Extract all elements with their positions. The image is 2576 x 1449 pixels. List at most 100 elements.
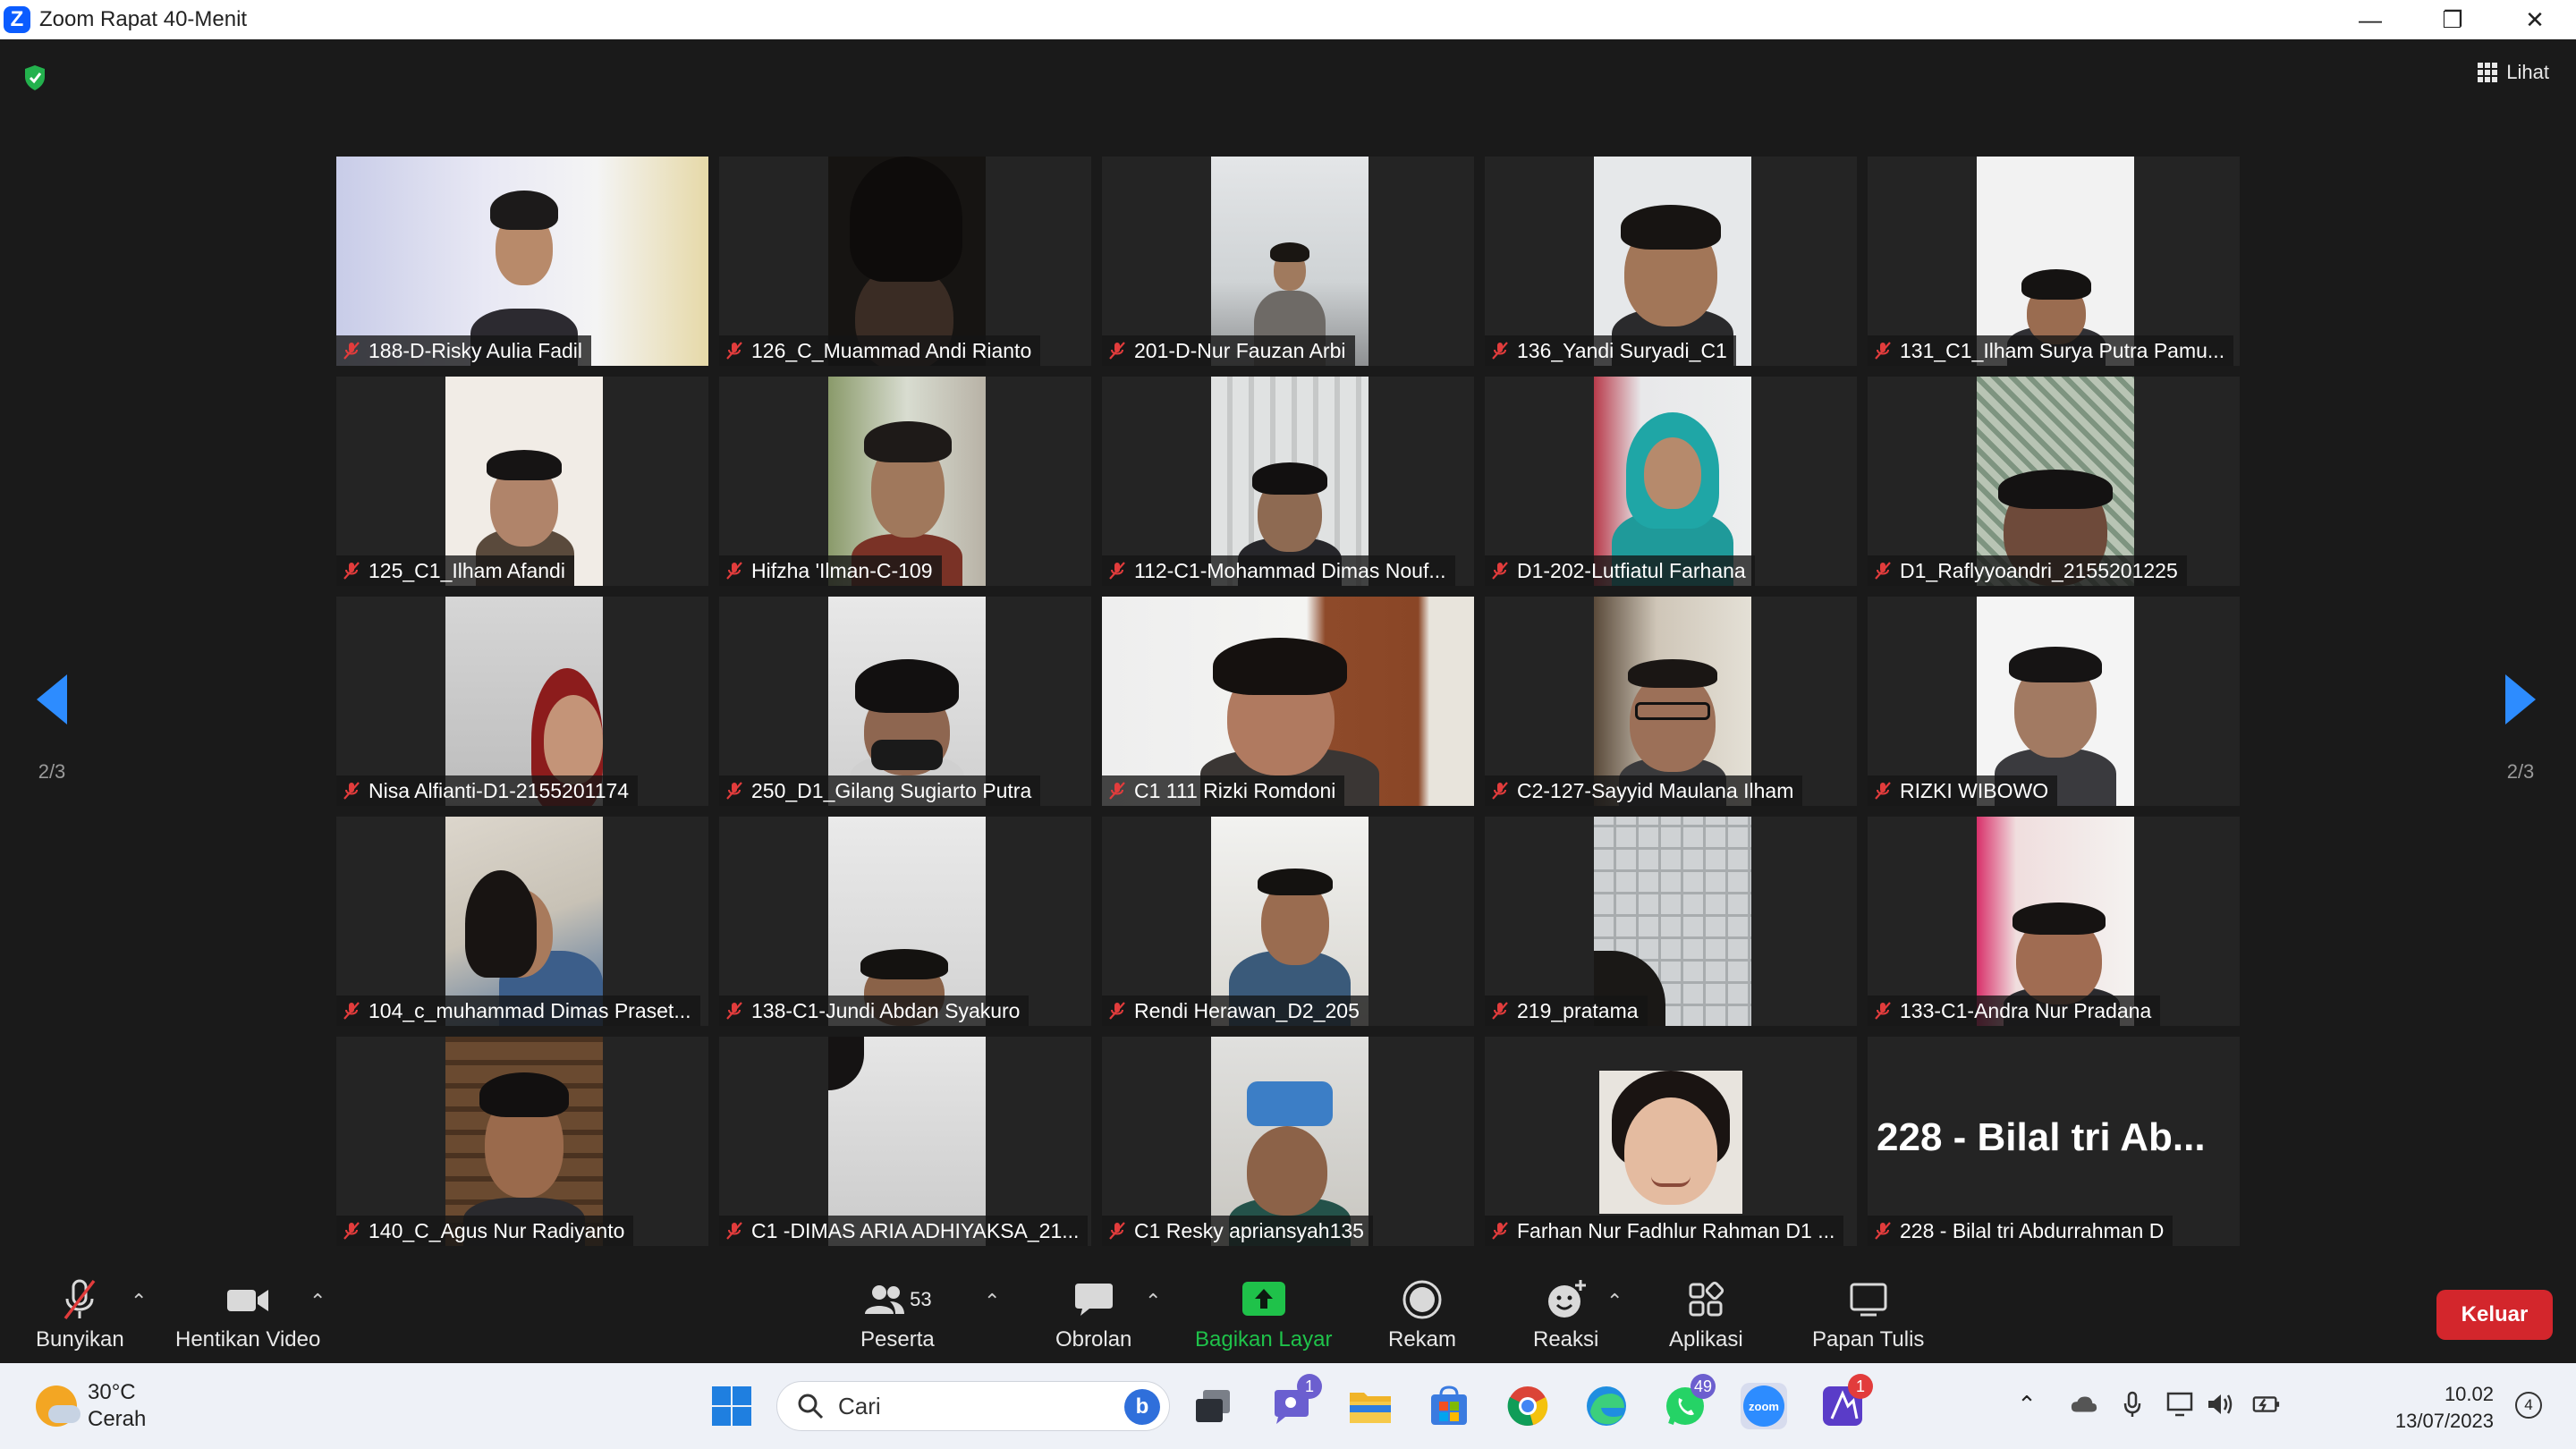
leave-meeting-button[interactable]: Keluar [2436, 1290, 2553, 1340]
chat-options-caret-icon[interactable]: ⌃ [1145, 1290, 1161, 1313]
muted-mic-icon [343, 1222, 360, 1240]
store-icon [1431, 1385, 1467, 1425]
onedrive-cloud-icon[interactable] [2070, 1390, 2098, 1419]
edge-button[interactable] [1583, 1383, 1630, 1429]
participant-tile[interactable]: 125_C1_Ilham Afandi [336, 377, 708, 586]
close-button[interactable]: ✕ [2494, 0, 2576, 39]
taskbar-search-box[interactable]: Cari b [776, 1381, 1170, 1431]
participant-tile[interactable]: C2-127-Sayyid Maulana Ilham [1485, 597, 1857, 806]
reactions-button[interactable]: Reaksi [1533, 1277, 1598, 1352]
participant-tile[interactable]: C1 Resky apriansyah135 [1102, 1037, 1474, 1246]
task-view-button[interactable] [1190, 1383, 1236, 1429]
participant-tile[interactable]: C1 -DIMAS ARIA ADHIYAKSA_21... [719, 1037, 1091, 1246]
participant-name-bar: 219_pratama [1485, 996, 1648, 1026]
search-placeholder: Cari [838, 1392, 881, 1419]
reactions-options-caret-icon[interactable]: ⌃ [1606, 1290, 1623, 1313]
microphone-icon[interactable] [2118, 1390, 2147, 1419]
network-icon[interactable] [2166, 1390, 2195, 1419]
unmute-button[interactable]: Bunyikan [36, 1277, 124, 1352]
participant-tile[interactable]: Farhan Nur Fadhlur Rahman D1 ... [1485, 1037, 1857, 1246]
participant-tile[interactable]: 219_pratama [1485, 817, 1857, 1026]
participant-name-bar: 140_C_Agus Nur Radiyanto [336, 1216, 634, 1246]
muted-mic-icon [1875, 562, 1891, 580]
participants-button[interactable]: 53 Peserta [860, 1277, 935, 1352]
participant-name-bar: 126_C_Muammad Andi Rianto [719, 335, 1041, 366]
page-indicator-left: 2/3 [38, 760, 66, 783]
restore-button[interactable]: ❐ [2411, 0, 2494, 39]
participant-video [1594, 157, 1751, 366]
view-button[interactable]: Lihat [2478, 61, 2549, 84]
participant-tile[interactable]: 250_D1_Gilang Sugiarto Putra [719, 597, 1091, 806]
participant-tile[interactable]: 188-D-Risky Aulia Fadil [336, 157, 708, 366]
participant-tile[interactable]: D1_Raflyyoandri_2155201225 [1868, 377, 2240, 586]
muted-mic-icon [1492, 1002, 1508, 1020]
participant-tile[interactable]: 133-C1-Andra Nur Pradana [1868, 817, 2240, 1026]
battery-charging-icon[interactable] [2252, 1390, 2281, 1419]
share-screen-button[interactable]: Bagikan Layar [1195, 1277, 1332, 1352]
participant-name: 104_c_muhammad Dimas Praset... [369, 998, 691, 1022]
notification-count-badge[interactable]: 4 [2515, 1392, 2542, 1419]
participant-name: 136_Yandi Suryadi_C1 [1517, 338, 1727, 362]
volume-icon[interactable] [2206, 1390, 2234, 1419]
participant-video [828, 377, 986, 586]
whatsapp-button[interactable]: 49 [1662, 1374, 1716, 1429]
app-badge: 1 [1848, 1374, 1873, 1399]
whatsapp-badge: 49 [1690, 1374, 1716, 1399]
participant-video [1211, 157, 1368, 366]
participant-tile[interactable]: 112-C1-Mohammad Dimas Nouf... [1102, 377, 1474, 586]
participant-name: Nisa Alfianti-D1-2155201174 [369, 778, 630, 802]
zoom-taskbar-button[interactable]: zoom [1741, 1383, 1787, 1429]
muted-mic-icon [726, 342, 742, 360]
participant-tile[interactable]: 131_C1_Ilham Surya Putra Pamu... [1868, 157, 2240, 366]
record-icon [1402, 1280, 1442, 1319]
participant-name-bar: Hifzha 'Ilman-C-109 [719, 555, 942, 586]
video-options-caret-icon[interactable]: ⌃ [309, 1290, 326, 1313]
participant-tile[interactable]: 140_C_Agus Nur Radiyanto [336, 1037, 708, 1246]
muted-mic-icon [1109, 562, 1125, 580]
participant-display-name: 228 - Bilal tri Ab... [1877, 1115, 2206, 1159]
participants-options-caret-icon[interactable]: ⌃ [984, 1290, 1000, 1313]
microsoft-store-button[interactable] [1426, 1383, 1472, 1429]
participant-name: C1 Resky apriansyah135 [1134, 1218, 1364, 1242]
participant-tile[interactable]: 136_Yandi Suryadi_C1 [1485, 157, 1857, 366]
participant-tile[interactable]: 228 - Bilal tri Ab... 228 - Bilal tri Ab… [1868, 1037, 2240, 1246]
unmute-label: Bunyikan [36, 1327, 124, 1352]
stop-video-button[interactable]: Hentikan Video [175, 1277, 320, 1352]
participant-tile[interactable]: RIZKI WIBOWO [1868, 597, 2240, 806]
weather-widget[interactable]: 30°C Cerah [36, 1379, 146, 1433]
muted-mic-icon [1875, 1002, 1891, 1020]
participant-tile[interactable]: 104_c_muhammad Dimas Praset... [336, 817, 708, 1026]
file-explorer-button[interactable] [1347, 1383, 1394, 1429]
muted-mic-icon [1109, 342, 1125, 360]
participant-tile[interactable]: 201-D-Nur Fauzan Arbi [1102, 157, 1474, 366]
clock[interactable]: 10.02 13/07/2023 [2395, 1381, 2494, 1435]
apps-button[interactable]: Aplikasi [1669, 1277, 1743, 1352]
participant-tile[interactable]: C1 111 Rizki Romdoni [1102, 597, 1474, 806]
muted-mic-icon [1875, 342, 1891, 360]
muted-mic-icon [343, 562, 360, 580]
pinned-app-button[interactable]: 1 [1819, 1374, 1873, 1429]
participant-name-bar: 138-C1-Jundi Abdan Syakuro [719, 996, 1030, 1026]
participant-tile[interactable]: 126_C_Muammad Andi Rianto [719, 157, 1091, 366]
teams-chat-button[interactable]: 1 [1268, 1374, 1322, 1429]
next-page-button[interactable]: 2/3 [2485, 674, 2556, 784]
minimize-button[interactable]: — [2329, 0, 2411, 39]
record-button[interactable]: Rekam [1388, 1277, 1456, 1352]
chrome-button[interactable] [1504, 1383, 1551, 1429]
participant-tile[interactable]: Rendi Herawan_D2_205 [1102, 817, 1474, 1026]
participant-tile[interactable]: D1-202-Lutfiatul Farhana [1485, 377, 1857, 586]
whiteboard-label: Papan Tulis [1812, 1327, 1925, 1352]
show-hidden-icons-chevron-icon[interactable]: ⌃ [2012, 1390, 2041, 1419]
audio-options-caret-icon[interactable]: ⌃ [131, 1290, 147, 1313]
participant-name-bar: C1 Resky apriansyah135 [1102, 1216, 1373, 1246]
participant-name: 138-C1-Jundi Abdan Syakuro [751, 998, 1021, 1022]
previous-page-button[interactable]: 2/3 [16, 674, 88, 784]
whiteboard-button[interactable]: Papan Tulis [1812, 1277, 1924, 1352]
security-shield-icon[interactable] [23, 64, 47, 91]
participant-tile[interactable]: Nisa Alfianti-D1-2155201174 [336, 597, 708, 806]
start-button[interactable] [708, 1383, 755, 1429]
chat-button[interactable]: Obrolan [1055, 1277, 1131, 1352]
participant-tile[interactable]: Hifzha 'Ilman-C-109 [719, 377, 1091, 586]
participant-tile[interactable]: 138-C1-Jundi Abdan Syakuro [719, 817, 1091, 1026]
participant-video [445, 597, 603, 806]
